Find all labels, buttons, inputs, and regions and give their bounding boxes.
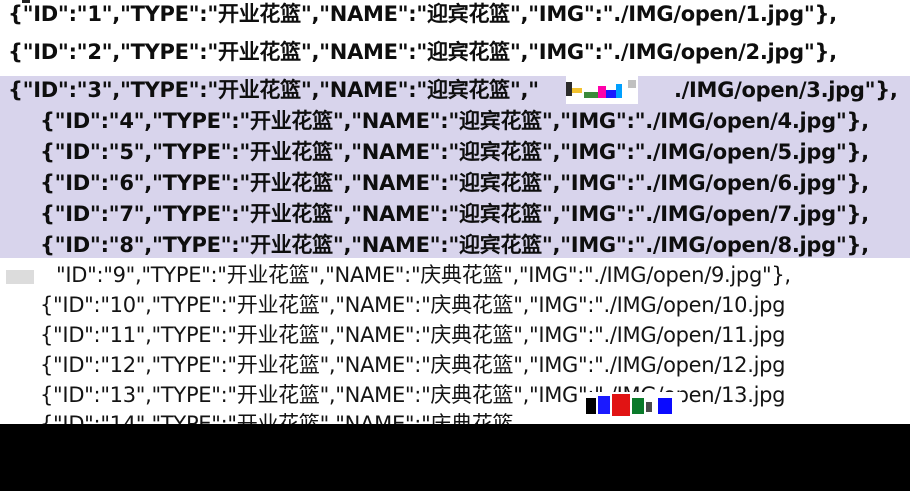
code-line-6[interactable]: {"ID":"6","TYPE":"开业花篮","NAME":"迎宾花篮","I… [40,169,869,197]
code-line-3-tail[interactable]: ./IMG/open/3.jpg"}, [674,76,898,104]
code-line-5[interactable]: {"ID":"5","TYPE":"开业花篮","NAME":"迎宾花篮","I… [40,138,869,166]
code-line-3[interactable]: {"ID":"3","TYPE":"开业花篮","NAME":"迎宾花篮"," [8,76,539,104]
code-line-12[interactable]: {"ID":"12","TYPE":"开业花篮","NAME":"庆典花篮","… [40,351,785,379]
code-line-1[interactable]: {"ID":"1","TYPE":"开业花篮","NAME":"迎宾花篮","I… [8,0,837,28]
code-line-2[interactable]: {"ID":"2","TYPE":"开业花篮","NAME":"迎宾花篮","I… [8,38,837,66]
code-line-9[interactable]: "ID":"9","TYPE":"开业花篮","NAME":"庆典花篮","IM… [56,261,791,289]
black-bottom-bar [0,424,910,491]
code-line-14[interactable]: {"ID":"14","TYPE":"开业花篮","NAME":"庆典花篮 [40,410,514,424]
code-line-4[interactable]: {"ID":"4","TYPE":"开业花篮","NAME":"迎宾花篮","I… [40,107,869,135]
margin-artifact [6,270,34,284]
screenshot-canvas: {"ID":"1","TYPE":"开业花篮","NAME":"迎宾花篮","I… [0,0,910,491]
code-line-7[interactable]: {"ID":"7","TYPE":"开业花篮","NAME":"迎宾花篮","I… [40,200,869,228]
code-line-8[interactable]: {"ID":"8","TYPE":"开业花篮","NAME":"迎宾花篮","I… [40,231,869,259]
code-line-11[interactable]: {"ID":"11","TYPE":"开业花篮","NAME":"庆典花篮","… [40,321,785,349]
code-line-10[interactable]: {"ID":"10","TYPE":"开业花篮","NAME":"庆典花篮","… [40,291,785,319]
code-editor-text-area[interactable]: {"ID":"1","TYPE":"开业花篮","NAME":"迎宾花篮","I… [0,0,910,424]
render-glitch-artifact [566,76,638,104]
render-glitch-artifact-2 [586,392,682,420]
